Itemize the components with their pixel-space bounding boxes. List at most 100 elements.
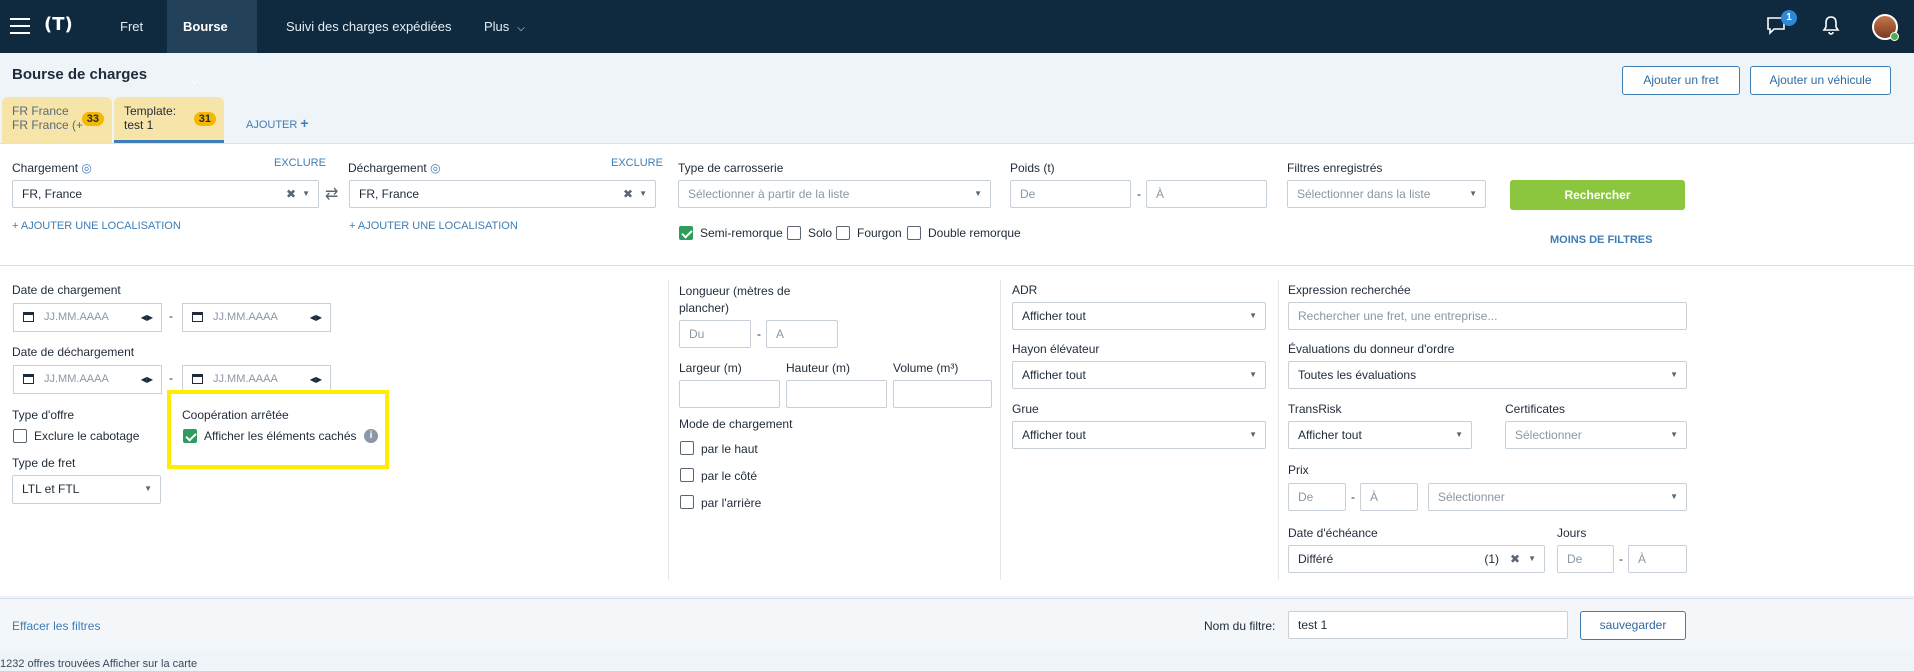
less-filters-link[interactable]: MOINS DE FILTRES [1550,234,1652,246]
chevron-down-icon: ▼ [1670,430,1678,439]
transrisk-select[interactable]: Afficher tout ▼ [1288,421,1472,449]
avatar[interactable] [1872,14,1899,41]
range-dash: - [1619,552,1623,566]
filter-name-input[interactable]: test 1 [1288,611,1568,639]
carrosserie-select[interactable]: Sélectionner à partir de la liste ▼ [678,180,991,208]
price-from-input[interactable]: De [1288,483,1346,511]
checkbox-solo[interactable] [787,226,801,240]
range-dash: - [169,309,173,323]
bell-icon[interactable] [1820,14,1844,38]
tab-template-test1[interactable]: Template: test 1 31 [114,97,224,143]
nav-plus[interactable]: Plus ⌵ [472,0,537,53]
add-freight-button[interactable]: Ajouter un fret [1622,66,1740,95]
due-date-select[interactable]: Différé (1) ✖ ▼ [1288,545,1545,573]
divider [1278,280,1279,580]
menu-icon[interactable] [10,18,30,34]
chevron-down-icon: ▼ [1469,189,1477,198]
crane-select[interactable]: Afficher tout ▼ [1012,421,1266,449]
stepper-icon[interactable]: ◀▶ [310,304,322,331]
nav-fret[interactable]: Fret [108,0,155,53]
loading-date-to[interactable]: JJ.MM.AAAA ◀▶ [182,303,331,332]
search-button[interactable]: Rechercher [1510,180,1685,210]
chevron-down-icon: ▼ [144,484,152,493]
search-expression-input[interactable]: Rechercher une fret, une entreprise... [1288,302,1687,330]
clear-icon[interactable]: ✖ [1510,546,1520,572]
certificates-select[interactable]: Sélectionner ▼ [1505,421,1687,449]
save-filter-button[interactable]: sauvegarder [1580,611,1686,640]
days-from-input[interactable]: De [1557,545,1614,573]
currency-select[interactable]: Sélectionner ▼ [1428,483,1687,511]
checkbox-show-hidden[interactable] [183,429,197,443]
dechargement-label: Déchargement ◎ [348,161,441,175]
offer-type-label: Type d'offre [12,408,75,422]
info-icon[interactable]: i [364,429,378,443]
checkbox-double-remorque[interactable] [907,226,921,240]
unloading-date-from[interactable]: JJ.MM.AAAA ◀▶ [13,365,162,394]
clear-icon[interactable]: ✖ [286,181,296,207]
add-tab-button[interactable]: AJOUTER + [246,115,309,131]
length-to-input[interactable]: A [766,320,838,348]
poids-to-input[interactable]: À [1146,180,1267,208]
length-from-input[interactable]: Du [679,320,751,348]
adr-select[interactable]: Afficher tout ▼ [1012,302,1266,330]
volume-input[interactable] [893,380,992,408]
tab-fr-france[interactable]: FR France FR France (+ 33 [2,97,112,143]
messages-badge: 1 [1781,10,1797,26]
stepper-icon[interactable]: ◀▶ [141,304,153,331]
chevron-down-icon: ▼ [302,189,310,198]
rating-label: Évaluations du donneur d'ordre [1288,342,1455,356]
messages-icon[interactable]: 1 [1765,10,1797,38]
checkbox-rear-loading[interactable] [680,495,694,509]
loading-date-label: Date de chargement [12,283,121,297]
stepper-icon[interactable]: ◀▶ [310,366,322,393]
checkbox-top-loading[interactable] [680,441,694,455]
saved-filters-select[interactable]: Sélectionner dans la liste ▼ [1287,180,1486,208]
chevron-down-icon: ▼ [1249,370,1257,379]
poids-from-input[interactable]: De [1010,180,1131,208]
clear-filters-link[interactable]: Effacer les filtres [12,619,100,633]
search-expression-label: Expression recherchée [1288,283,1411,297]
location-pin-icon: ◎ [430,161,441,175]
chevron-down-icon: ▼ [639,189,647,198]
logo[interactable]: (T) [44,14,82,38]
divider [1000,280,1001,580]
add-vehicle-button[interactable]: Ajouter un véhicule [1750,66,1891,95]
rating-select[interactable]: Toutes les évaluations ▼ [1288,361,1687,389]
unloading-date-label: Date de déchargement [12,345,135,359]
checkbox-fourgon[interactable] [836,226,850,240]
loading-mode-label: Mode de chargement [679,417,793,431]
chevron-down-icon: ▼ [1455,430,1463,439]
chevron-down-icon: ▼ [1249,311,1257,320]
coop-stopped-label: Coopération arrêtée [182,408,289,422]
add-location-loading[interactable]: + AJOUTER UNE LOCALISATION [12,220,181,232]
width-input[interactable] [679,380,780,408]
calendar-icon [192,374,203,384]
show-hidden-label: Afficher les éléments cachés [204,429,357,443]
height-input[interactable] [786,380,887,408]
length-label: Longueur (mètres de plancher) [679,284,791,315]
exclude-loading-link[interactable]: EXCLURE [274,157,326,169]
chargement-select[interactable]: FR, France ✖ ▼ [12,180,319,208]
nav-suivi[interactable]: Suivi des charges expédiées [274,0,464,53]
freight-type-select[interactable]: LTL et FTL ▼ [12,475,161,504]
dechargement-select[interactable]: FR, France ✖ ▼ [349,180,656,208]
nav-bourse[interactable]: Bourse⌵ [167,0,257,87]
add-location-unloading[interactable]: + AJOUTER UNE LOCALISATION [349,220,518,232]
volume-label: Volume (m³) [893,361,959,375]
checkbox-side-loading[interactable] [680,468,694,482]
stepper-icon[interactable]: ◀▶ [141,366,153,393]
calendar-icon [192,312,203,322]
price-to-input[interactable]: À [1360,483,1418,511]
loading-date-from[interactable]: JJ.MM.AAAA ◀▶ [13,303,162,332]
tail-lift-select[interactable]: Afficher tout ▼ [1012,361,1266,389]
clear-icon[interactable]: ✖ [623,181,633,207]
checkbox-exclude-cabotage[interactable] [13,429,27,443]
days-label: Jours [1557,526,1587,540]
swap-icon[interactable]: ⇄ [325,184,338,204]
body-type-label: Double remorque [928,226,1021,240]
days-to-input[interactable]: À [1628,545,1687,573]
exclude-unloading-link[interactable]: EXCLURE [611,157,663,169]
checkbox-semi-remorque[interactable] [679,226,693,240]
exclude-cabotage-label: Exclure le cabotage [34,429,140,443]
chevron-down-icon: ⌵ [517,23,525,34]
